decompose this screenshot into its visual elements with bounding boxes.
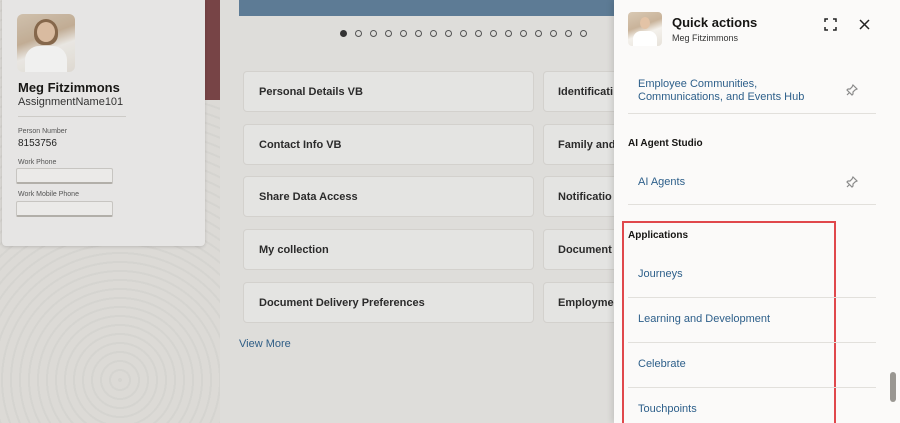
ai-agent-studio-heading: AI Agent Studio — [628, 138, 703, 149]
tile-share-data-access[interactable]: Share Data Access — [243, 176, 534, 217]
assignment-name: AssignmentName101 — [18, 96, 124, 108]
tile-personal-details[interactable]: Personal Details VB — [243, 71, 534, 112]
carousel-dot[interactable] — [580, 30, 587, 37]
tile-family[interactable]: Family and — [543, 124, 623, 165]
pin-icon[interactable] — [846, 175, 860, 190]
carousel-dot[interactable] — [370, 30, 377, 37]
expand-icon[interactable] — [822, 16, 838, 32]
carousel-dot[interactable] — [355, 30, 362, 37]
carousel-dot[interactable] — [475, 30, 482, 37]
carousel-dot[interactable] — [550, 30, 557, 37]
work-phone-label: Work Phone — [18, 159, 57, 166]
pin-icon[interactable] — [846, 83, 860, 98]
carousel-dot[interactable] — [430, 30, 437, 37]
drawer-title: Quick actions — [672, 15, 758, 30]
drawer-avatar — [628, 12, 662, 46]
tile-document-records[interactable]: Document R — [543, 229, 623, 270]
carousel-dot[interactable] — [565, 30, 572, 37]
carousel-dot[interactable] — [445, 30, 452, 37]
carousel-dot[interactable] — [490, 30, 497, 37]
tile-contact-info[interactable]: Contact Info VB — [243, 124, 534, 165]
divider — [18, 116, 126, 117]
avatar — [17, 14, 75, 72]
close-icon[interactable] — [856, 16, 872, 32]
carousel-banner — [239, 0, 614, 16]
carousel-dot[interactable] — [385, 30, 392, 37]
tile-identification[interactable]: Identificati — [543, 71, 623, 112]
divider — [628, 342, 876, 343]
carousel-dot[interactable] — [505, 30, 512, 37]
drawer-scrollbar[interactable] — [890, 372, 896, 402]
person-name: Meg Fitzimmons — [18, 80, 120, 95]
carousel-dot[interactable] — [400, 30, 407, 37]
app-link-celebrate[interactable]: Celebrate — [638, 358, 686, 371]
app-link-learning[interactable]: Learning and Development — [638, 313, 770, 326]
person-number-label: Person Number — [18, 128, 68, 135]
drawer-subtitle: Meg Fitzimmons — [672, 33, 739, 43]
divider — [628, 297, 876, 298]
carousel-dot[interactable] — [460, 30, 467, 37]
tile-my-collection[interactable]: My collection — [243, 229, 534, 270]
carousel-dot[interactable] — [340, 30, 347, 37]
divider — [628, 387, 876, 388]
tile-notifications[interactable]: Notificatio — [543, 176, 623, 217]
work-mobile-label: Work Mobile Phone — [18, 191, 79, 198]
carousel-dot[interactable] — [415, 30, 422, 37]
carousel-dot[interactable] — [520, 30, 527, 37]
work-mobile-field[interactable] — [16, 201, 113, 217]
carousel-dots — [340, 30, 587, 37]
person-card: Meg Fitzimmons AssignmentName101 Person … — [2, 0, 205, 246]
tile-employment[interactable]: Employmen — [543, 282, 623, 323]
ai-agents-link[interactable]: AI Agents — [638, 176, 685, 189]
tile-document-delivery[interactable]: Document Delivery Preferences — [243, 282, 534, 323]
applications-heading: Applications — [628, 230, 689, 241]
quick-actions-drawer: Quick actions Meg Fitzimmons Employee Co… — [614, 0, 900, 423]
work-phone-field[interactable] — [16, 168, 113, 184]
app-link-journeys[interactable]: Journeys — [638, 268, 683, 281]
app-link-touchpoints[interactable]: Touchpoints — [638, 403, 697, 416]
divider — [628, 113, 876, 114]
carousel-dot[interactable] — [535, 30, 542, 37]
divider — [628, 204, 876, 205]
employee-hub-link[interactable]: Employee Communities, Communications, an… — [638, 78, 838, 104]
person-number: 8153756 — [18, 138, 57, 149]
view-more-link[interactable]: View More — [239, 338, 291, 350]
